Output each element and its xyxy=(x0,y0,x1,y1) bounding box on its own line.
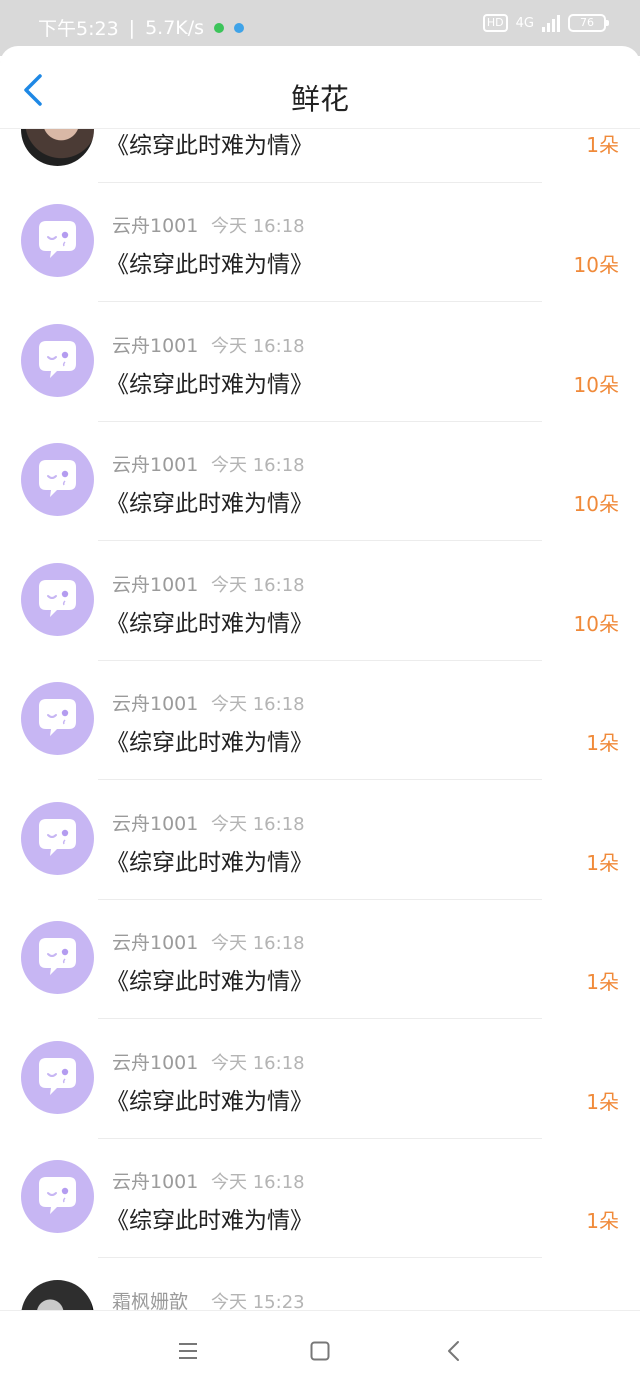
status-speed: 5.7K/s xyxy=(145,16,205,39)
flower-count: 1朵 xyxy=(586,1209,619,1233)
timestamp: 今天 16:18 xyxy=(211,574,305,596)
flower-count: 1朵 xyxy=(586,850,619,875)
chat-bubble-icon xyxy=(21,1057,94,1114)
avatar[interactable] xyxy=(21,128,94,166)
flower-count: 1朵 xyxy=(586,1089,619,1114)
list-item[interactable]: 云舟1001 今天 16:18 《综穿此时难为情》 10朵 xyxy=(0,303,640,423)
user-name[interactable]: 云舟1001 xyxy=(112,1048,198,1075)
avatar[interactable] xyxy=(21,1160,94,1233)
book-title[interactable]: 《综穿此时难为情》 xyxy=(106,1201,313,1235)
flower-count: 10朵 xyxy=(573,492,619,516)
chat-bubble-icon xyxy=(21,221,94,277)
book-title[interactable]: 《综穿此时难为情》 xyxy=(106,604,313,638)
menu-button[interactable] xyxy=(170,1333,206,1369)
book-title[interactable]: 《综穿此时难为情》 xyxy=(106,1082,313,1116)
status-separator: | xyxy=(128,16,136,39)
user-name[interactable]: 云舟1001 xyxy=(112,1167,198,1194)
list-item[interactable]: 云舟1001 今天 16:18 《综穿此时难为情》 1朵 xyxy=(0,661,640,781)
header: 鲜花 xyxy=(0,46,640,128)
flower-count: 1朵 xyxy=(586,731,619,755)
system-nav-bar xyxy=(0,1310,640,1387)
timestamp: 今天 15:23 xyxy=(211,1291,305,1311)
user-name[interactable]: 云舟1001 xyxy=(112,570,198,597)
battery-icon: 76 xyxy=(568,14,609,32)
network-type: 4G xyxy=(515,15,534,31)
book-title[interactable]: 《综穿此时难为情》 xyxy=(106,245,313,279)
chat-bubble-icon xyxy=(21,818,94,875)
chat-bubble-icon xyxy=(21,1177,94,1233)
chat-bubble-icon xyxy=(21,340,94,397)
book-title[interactable]: 《综穿此时难为情》 xyxy=(106,484,313,518)
book-title[interactable]: 《综穿此时难为情》 xyxy=(106,723,313,757)
chat-bubble-icon xyxy=(21,460,94,516)
back-nav-button[interactable] xyxy=(436,1333,472,1369)
timestamp: 今天 16:18 xyxy=(211,455,305,476)
home-square-icon xyxy=(310,1341,330,1361)
user-name[interactable]: 霜枫姗歆 xyxy=(112,1287,188,1311)
book-title[interactable]: 《综穿此时难为情》 xyxy=(106,843,313,877)
flower-count: 1朵 xyxy=(586,133,619,157)
avatar[interactable] xyxy=(21,921,94,994)
status-time: 下午5:23 xyxy=(38,18,119,40)
list-item[interactable]: 云舟1001 今天 16:18 《综穿此时难为情》 1朵 xyxy=(0,900,640,1020)
timestamp: 今天 16:18 xyxy=(211,1172,305,1193)
notification-dot-icon xyxy=(214,22,225,33)
avatar[interactable] xyxy=(21,443,94,516)
timestamp: 今天 16:18 xyxy=(211,216,305,237)
timestamp: 今天 16:18 xyxy=(211,1052,305,1074)
status-right: HD 4G 76 xyxy=(482,14,609,32)
back-triangle-icon xyxy=(448,1341,459,1361)
flower-record-list[interactable]: 《综穿此时难为情》 1朵 云舟1001 今天 16:18 《综穿此时难为情》 10朵云… xyxy=(0,128,640,1310)
status-left: 下午5:23 | 5.7K/s xyxy=(38,14,245,41)
list-item[interactable]: 云舟1001 今天 16:18 《综穿此时难为情》 10朵 xyxy=(0,183,640,303)
list-item[interactable]: 霜枫姗歆 今天 15:23 xyxy=(0,1259,640,1311)
avatar[interactable] xyxy=(21,204,94,277)
menu-icon xyxy=(179,1343,197,1359)
user-name[interactable]: 云舟1001 xyxy=(112,928,198,955)
user-name[interactable]: 云舟1001 xyxy=(112,331,198,358)
flower-count: 1朵 xyxy=(586,970,619,994)
list-item[interactable]: 《综穿此时难为情》 1朵 xyxy=(0,128,640,183)
chat-bubble-icon xyxy=(21,938,94,994)
book-title[interactable]: 《综穿此时难为情》 xyxy=(106,128,313,160)
book-title[interactable]: 《综穿此时难为情》 xyxy=(106,365,313,399)
home-button[interactable] xyxy=(302,1333,338,1369)
list-item[interactable]: 云舟1001 今天 16:18 《综穿此时难为情》 10朵 xyxy=(0,542,640,662)
timestamp: 今天 16:18 xyxy=(211,694,305,715)
signal-icon xyxy=(542,14,560,32)
flower-count: 10朵 xyxy=(573,611,619,636)
book-title[interactable]: 《综穿此时难为情》 xyxy=(106,962,313,996)
avatar[interactable] xyxy=(21,1040,94,1114)
list-item[interactable]: 云舟1001 今天 16:18 《综穿此时难为情》 1朵 xyxy=(0,1139,640,1259)
chat-bubble-icon xyxy=(21,699,94,755)
timestamp: 今天 16:18 xyxy=(211,813,305,835)
avatar[interactable] xyxy=(21,1279,94,1310)
list-item[interactable]: 云舟1001 今天 16:18 《综穿此时难为情》 1朵 xyxy=(0,781,640,901)
avatar[interactable] xyxy=(21,682,94,755)
page-title: 鲜花 xyxy=(290,82,349,116)
user-name[interactable]: 云舟1001 xyxy=(112,211,198,238)
timestamp: 今天 16:18 xyxy=(211,335,305,357)
timestamp: 今天 16:18 xyxy=(211,933,305,954)
flower-count: 10朵 xyxy=(573,372,619,397)
user-name[interactable]: 云舟1001 xyxy=(112,809,198,836)
list-item[interactable]: 云舟1001 今天 16:18 《综穿此时难为情》 1朵 xyxy=(0,1020,640,1140)
avatar[interactable] xyxy=(21,323,94,397)
list-item[interactable]: 云舟1001 今天 16:18 《综穿此时难为情》 10朵 xyxy=(0,422,640,542)
avatar[interactable] xyxy=(21,801,94,875)
hd-icon: HD xyxy=(482,14,508,32)
flower-count: 10朵 xyxy=(573,253,619,277)
avatar[interactable] xyxy=(21,562,94,636)
user-name[interactable]: 云舟1001 xyxy=(112,689,198,716)
user-name[interactable]: 云舟1001 xyxy=(112,450,198,477)
battery-level: 76 xyxy=(580,16,594,29)
notification-dot-icon xyxy=(234,22,245,33)
chat-bubble-icon xyxy=(21,579,94,636)
